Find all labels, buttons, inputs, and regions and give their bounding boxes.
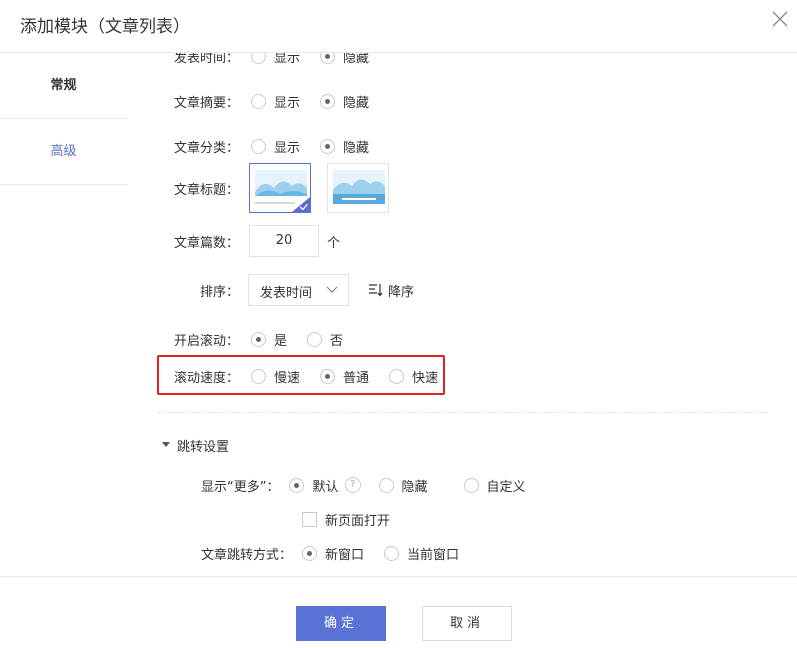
sort-select[interactable]: 发表时间	[248, 274, 349, 306]
publish-time-hide-radio[interactable]: 隐藏	[320, 53, 369, 66]
close-icon[interactable]	[771, 10, 789, 28]
new-page-checkbox-row[interactable]: 新页面打开	[302, 507, 390, 531]
scroll-row: 开启滚动： 是 否	[174, 327, 363, 351]
count-input[interactable]: 20	[249, 225, 319, 257]
publish-time-row: 发表时间： 显示 隐藏	[174, 53, 389, 68]
sort-row: 排序：	[200, 278, 239, 302]
more-hide-radio[interactable]: 隐藏	[378, 476, 428, 495]
dialog-title: 添加模块（文章列表）	[20, 17, 190, 37]
title-style-row: 文章标题：	[174, 176, 239, 200]
more-default-radio[interactable]: 默认?	[289, 476, 361, 495]
summary-label: 文章摘要：	[174, 95, 240, 111]
title-style-option-2[interactable]	[327, 163, 389, 213]
confirm-button[interactable]: 确定	[296, 606, 386, 641]
speed-slow-radio[interactable]: 慢速	[251, 367, 300, 386]
sort-order-label: 降序	[388, 284, 415, 300]
more-label: 显示“更多”：	[201, 479, 280, 495]
method-label: 文章跳转方式：	[201, 547, 293, 563]
scroll-no-radio[interactable]: 否	[307, 330, 343, 349]
dialog-header: 添加模块（文章列表）	[0, 0, 797, 53]
scroll-yes-radio[interactable]: 是	[251, 330, 287, 349]
method-row: 文章跳转方式： 新窗口 当前窗口	[201, 541, 479, 565]
speed-normal-radio[interactable]: 普通	[320, 367, 369, 386]
speed-fast-radio[interactable]: 快速	[389, 367, 438, 386]
tab-general[interactable]: 常规	[0, 53, 127, 119]
publish-time-label: 发表时间：	[174, 53, 240, 66]
more-custom-radio[interactable]: 自定义	[463, 476, 526, 495]
chevron-down-icon	[326, 286, 338, 293]
sort-label: 排序：	[200, 284, 240, 300]
help-icon[interactable]: ?	[344, 477, 361, 493]
count-unit: 个	[327, 235, 341, 251]
jump-section-toggle[interactable]: 跳转设置	[162, 433, 229, 457]
jump-section-title: 跳转设置	[177, 439, 230, 455]
category-label: 文章分类：	[174, 140, 240, 156]
selected-check-icon	[292, 197, 310, 212]
new-page-label: 新页面打开	[325, 513, 391, 529]
caret-down-icon	[162, 442, 170, 447]
new-page-checkbox[interactable]	[302, 511, 317, 527]
sidebar: 常规 高级	[0, 53, 127, 576]
cancel-button[interactable]: 取消	[422, 606, 512, 641]
sort-select-value: 发表时间	[260, 286, 313, 301]
category-row: 文章分类： 显示 隐藏	[174, 134, 389, 158]
summary-row: 文章摘要： 显示 隐藏	[174, 89, 389, 113]
form-panel: 发表时间： 显示 隐藏 文章摘要： 显示 隐藏 文章分类： 显示 隐藏 文章标题…	[127, 53, 797, 576]
title-style-option-1[interactable]	[249, 163, 311, 213]
method-new-window-radio[interactable]: 新窗口	[302, 544, 364, 563]
count-row: 文章篇数：	[174, 229, 239, 253]
summary-show-radio[interactable]: 显示	[251, 92, 300, 111]
dialog-footer: 确定 取消	[0, 576, 797, 648]
count-unit-row: 个	[327, 229, 340, 253]
method-current-window-radio[interactable]: 当前窗口	[384, 544, 459, 563]
scroll-label: 开启滚动：	[174, 333, 240, 349]
sort-order-toggle[interactable]: 降序	[368, 278, 414, 302]
tab-advanced[interactable]: 高级	[0, 119, 127, 185]
publish-time-show-radio[interactable]: 显示	[251, 53, 300, 66]
speed-label: 滚动速度：	[174, 370, 240, 386]
title-style-label: 文章标题：	[174, 182, 240, 198]
sidebar-blank	[0, 185, 127, 576]
summary-hide-radio[interactable]: 隐藏	[320, 92, 369, 111]
category-show-radio[interactable]: 显示	[251, 137, 300, 156]
category-hide-radio[interactable]: 隐藏	[320, 137, 369, 156]
count-label: 文章篇数：	[174, 235, 240, 251]
section-divider	[157, 412, 767, 413]
sort-descending-icon	[369, 284, 383, 297]
banner-thumbnail-icon	[328, 164, 388, 212]
speed-row: 滚动速度： 慢速 普通 快速	[174, 364, 458, 388]
more-row: 显示“更多”： 默认? 隐藏 自定义	[201, 473, 546, 497]
